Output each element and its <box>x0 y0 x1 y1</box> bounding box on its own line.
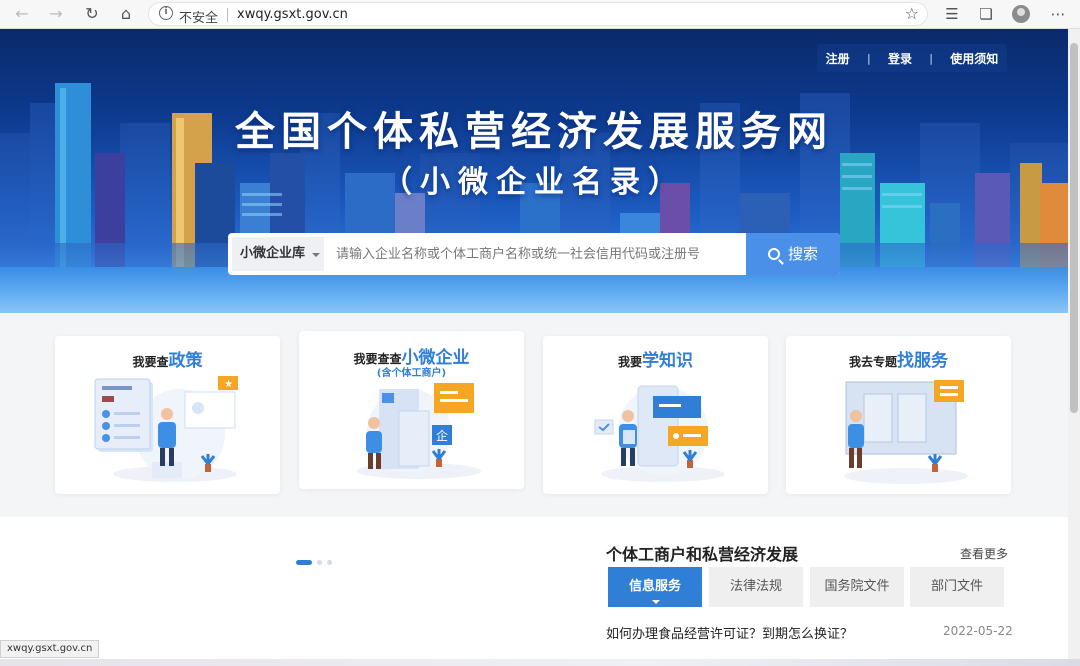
card-title: 我要学知识 <box>543 346 768 371</box>
scrollbar-thumb[interactable] <box>1070 43 1078 413</box>
search-input[interactable] <box>328 237 738 271</box>
search-button-label: 搜索 <box>787 245 818 263</box>
card-title-emphasis: 找服务 <box>897 351 948 371</box>
favorite-star-icon[interactable]: ☆ <box>905 4 919 23</box>
carousel-dot-active[interactable] <box>296 560 312 565</box>
search-button[interactable]: 搜索 <box>746 233 840 275</box>
status-url-tooltip: xwqy.gsxt.gov.cn <box>0 640 100 658</box>
carousel-dot[interactable] <box>317 560 322 565</box>
card-knowledge[interactable]: 我要学知识 <box>543 336 768 494</box>
business-illustration: 企 <box>357 383 481 479</box>
card-title-emphasis: 学知识 <box>642 351 693 371</box>
search-bar: 小微企业库 搜索 <box>228 233 840 275</box>
taskbar-edge <box>0 659 1080 666</box>
refresh-icon[interactable]: ↻ <box>80 3 104 25</box>
divider: | <box>866 51 871 65</box>
card-title-prefix: 我要查 <box>132 355 169 369</box>
info-icon[interactable]: i <box>159 6 173 20</box>
card-services[interactable]: 我去专题找服务 <box>786 336 1011 494</box>
card-title: 我要查政策 <box>55 346 280 371</box>
news-item-date: 2022-05-22 <box>943 624 1013 638</box>
divider: | <box>929 51 933 65</box>
url-text[interactable]: xwqy.gsxt.gov.cn <box>237 7 348 22</box>
card-title-prefix: 我要 <box>617 355 642 369</box>
search-scope-select[interactable]: 小微企业库 <box>232 237 324 271</box>
browser-toolbar: ← → ↻ ⌂ i 不安全 xwqy.gsxt.gov.cn ☆ ☰ ❏ ⋯ <box>0 0 1080 29</box>
site-subtitle: （小微企业名录） <box>382 165 686 200</box>
back-icon[interactable]: ← <box>10 3 34 25</box>
service-cards: 我要查政策 ★ 我要查查小微企业 (含个体工商户) 企 我要学知识 我去专题找服… <box>0 313 1068 517</box>
news-section: 个体工商户和私营经济发展 查看更多 信息服务 法律法规 国务院文件 部门文件 如… <box>0 517 1068 662</box>
account-links: 注册 | 登录 | 使用须知 <box>817 44 1007 72</box>
search-scope-label: 小微企业库 <box>240 246 306 261</box>
security-status[interactable]: 不安全 <box>179 7 218 26</box>
policy-illustration: ★ <box>94 376 238 482</box>
card-subtitle: (含个体工商户) <box>376 368 447 379</box>
carousel-dot[interactable] <box>327 560 332 565</box>
svg-text:★: ★ <box>224 379 233 390</box>
chevron-down-icon <box>312 253 320 257</box>
card-title-emphasis: 政策 <box>168 351 203 371</box>
card-title: 我去专题找服务 <box>786 346 1011 371</box>
favorites-icon[interactable]: ☰ <box>940 3 964 25</box>
tab-info-service[interactable]: 信息服务 <box>608 567 702 607</box>
hero-banner: 注册 | 登录 | 使用须知 全国个体私营经济发展服务网 （小微企业名录） 小微… <box>0 29 1068 313</box>
more-menu-icon[interactable]: ⋯ <box>1046 3 1070 25</box>
card-small-business[interactable]: 我要查查小微企业 (含个体工商户) 企 <box>299 331 524 489</box>
address-bar[interactable]: i 不安全 xwqy.gsxt.gov.cn ☆ <box>148 2 928 26</box>
tab-state-council-docs[interactable]: 国务院文件 <box>810 567 904 607</box>
collections-icon[interactable]: ❏ <box>974 3 998 25</box>
section-title: 个体工商户和私营经济发展 <box>606 545 799 564</box>
carousel-indicators <box>296 552 337 571</box>
news-item-title[interactable]: 如何办理食品经营许可证？到期怎么换证？ <box>606 623 853 642</box>
page-scrollbar[interactable] <box>1068 29 1080 659</box>
tab-laws[interactable]: 法律法规 <box>709 567 803 607</box>
card-title-prefix: 我去专题 <box>848 355 897 369</box>
login-link[interactable]: 登录 <box>888 50 912 67</box>
card-policy[interactable]: 我要查政策 ★ <box>55 336 280 494</box>
register-link[interactable]: 注册 <box>826 50 850 67</box>
divider <box>227 8 228 22</box>
site-title: 全国个体私营经济发展服务网 <box>235 109 833 155</box>
tab-department-docs[interactable]: 部门文件 <box>910 567 1004 607</box>
svg-text:企: 企 <box>436 428 448 443</box>
view-more-link[interactable]: 查看更多 <box>960 545 1008 562</box>
search-icon <box>767 248 780 260</box>
forward-icon[interactable]: → <box>44 3 68 25</box>
services-illustration <box>844 380 968 484</box>
knowledge-illustration <box>594 385 725 482</box>
usage-notice-link[interactable]: 使用须知 <box>950 50 998 67</box>
home-icon[interactable]: ⌂ <box>114 3 138 25</box>
profile-avatar[interactable] <box>1012 5 1030 23</box>
